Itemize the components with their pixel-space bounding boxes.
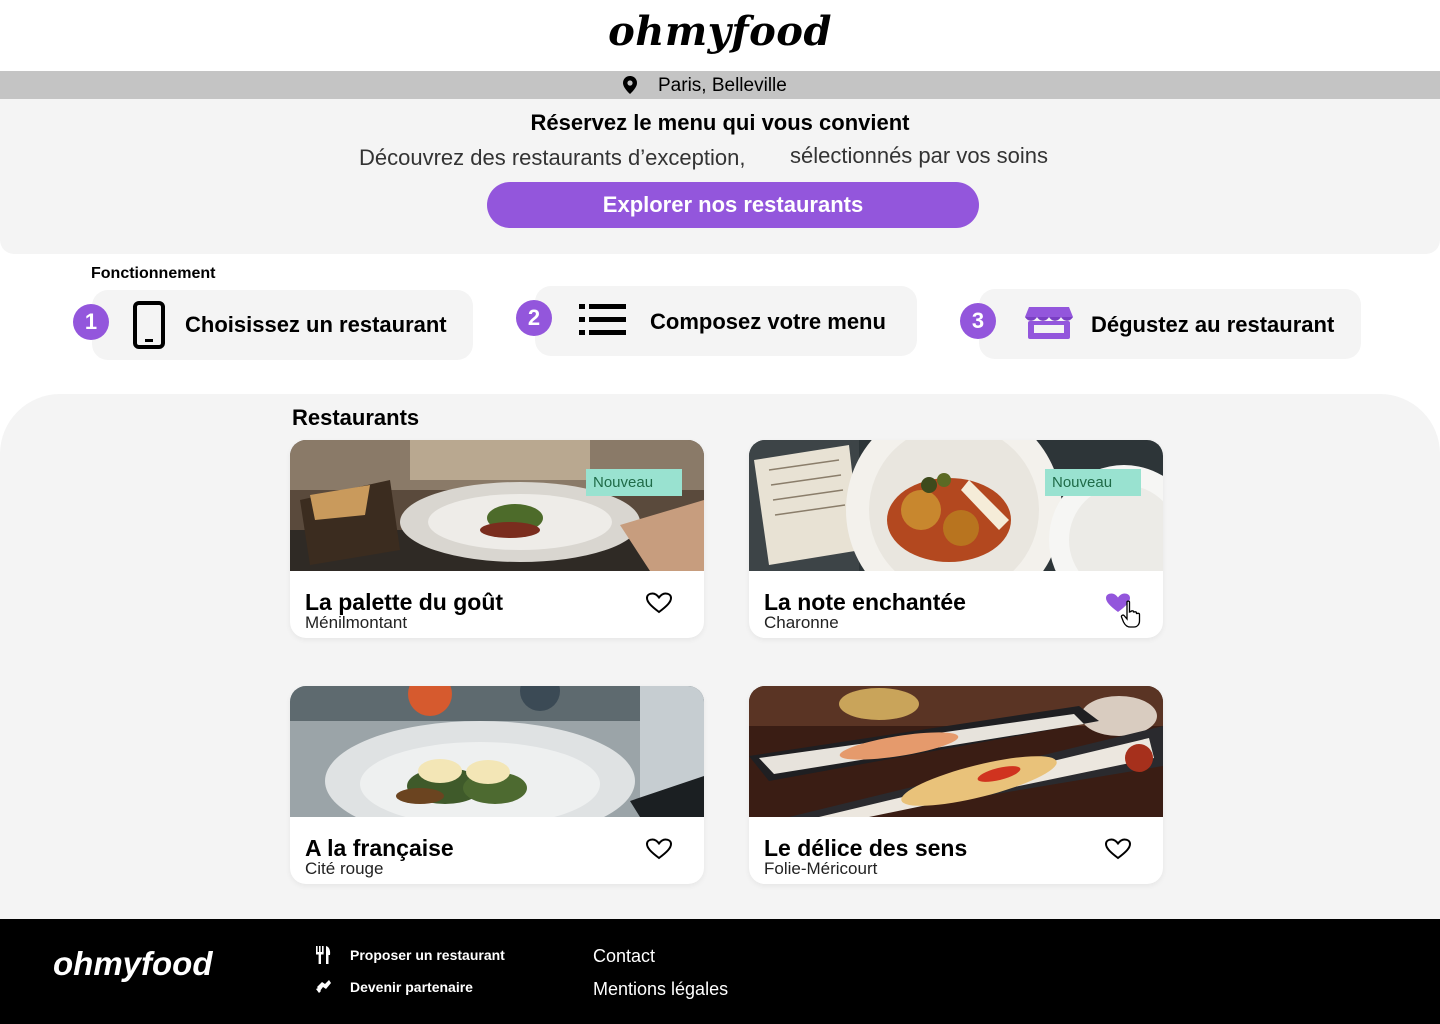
site-header: ohmyfood — [0, 0, 1440, 71]
restaurant-area: Ménilmontant — [305, 613, 408, 632]
heart-outline-icon[interactable] — [645, 592, 673, 614]
step-number-1: 1 — [73, 304, 109, 340]
hero-subtitle-part2: sélectionnés par vos soins — [790, 143, 1049, 168]
step-label-1: Choisissez un restaurant — [185, 312, 447, 337]
restaurant-name: La palette du goût — [305, 589, 504, 615]
heart-outline-icon[interactable] — [1104, 838, 1132, 860]
restaurant-area: Folie-Méricourt — [764, 859, 878, 878]
hero-section: Réservez le menu qui vous convient Décou… — [0, 99, 1440, 254]
hero-subtitle-part1: Découvrez des restaurants d’exception, — [359, 145, 746, 170]
restaurant-card[interactable]: Nouveau La palette du goût Ménilmontant — [290, 440, 704, 638]
footer-link-propose-restaurant[interactable]: Proposer un restaurant — [350, 947, 505, 963]
store-icon — [1025, 307, 1073, 339]
step-label-2: Composez votre menu — [650, 309, 886, 334]
step-number-3: 3 — [960, 303, 996, 339]
footer-link-legal[interactable]: Mentions légales — [593, 979, 728, 1000]
footer-link-become-partner[interactable]: Devenir partenaire — [350, 979, 473, 995]
restaurant-photo — [290, 686, 704, 817]
site-footer: ohmyfood Proposer un restaurant Devenir … — [0, 919, 1440, 1024]
footer-link-contact[interactable]: Contact — [593, 946, 655, 967]
restaurant-card[interactable]: Le délice des sens Folie-Méricourt — [749, 686, 1163, 884]
restaurants-heading: Restaurants — [292, 405, 420, 430]
heart-outline-icon[interactable] — [645, 838, 673, 860]
location-bar: Paris, Belleville — [0, 71, 1440, 99]
restaurant-card[interactable]: Nouveau La note enchantée Charonne — [749, 440, 1163, 638]
restaurant-name: La note enchantée — [764, 589, 966, 615]
site-logo[interactable]: ohmyfood — [0, 8, 1440, 55]
how-it-works-heading: Fonctionnement — [91, 265, 216, 282]
list-icon — [579, 304, 626, 335]
restaurant-area: Cité rouge — [305, 859, 384, 878]
hero-title: Réservez le menu qui vous convient — [530, 110, 910, 135]
restaurant-name: Le délice des sens — [764, 835, 968, 861]
restaurant-photo — [749, 686, 1163, 817]
footer-logo[interactable]: ohmyfood — [53, 945, 212, 983]
map-pin-icon — [623, 76, 637, 94]
restaurant-photo — [749, 440, 1163, 571]
step-label-3: Dégustez au restaurant — [1091, 312, 1335, 337]
smartphone-icon — [133, 301, 165, 349]
restaurants-section — [0, 394, 1440, 919]
restaurant-photo — [290, 440, 704, 571]
new-badge: Nouveau — [586, 469, 682, 496]
utensils-icon — [316, 946, 331, 964]
handshake-icon — [316, 980, 331, 993]
step-number-2: 2 — [516, 300, 552, 336]
restaurant-card[interactable]: A la française Cité rouge — [290, 686, 704, 884]
location-text: Paris, Belleville — [658, 75, 787, 96]
restaurant-name: A la française — [305, 835, 454, 861]
explore-restaurants-button[interactable]: Explorer nos restaurants — [487, 182, 979, 228]
new-badge: Nouveau — [1045, 469, 1141, 496]
restaurant-area: Charonne — [764, 613, 839, 632]
hand-pointer-icon — [1120, 600, 1141, 628]
